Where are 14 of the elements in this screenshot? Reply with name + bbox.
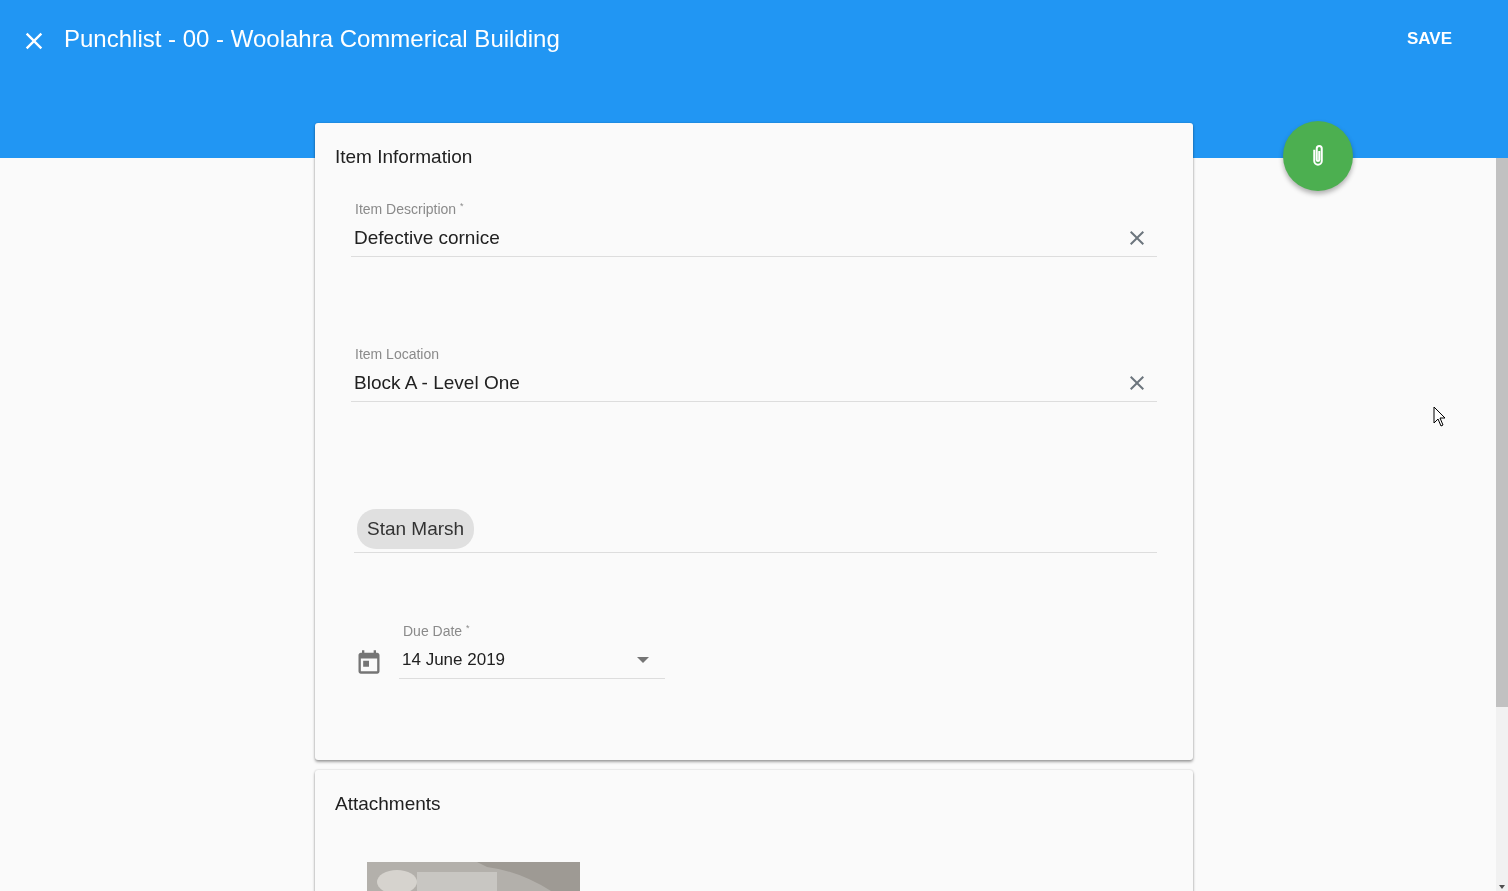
chip-field[interactable]: Stan Marsh (354, 506, 1157, 553)
field-label: Due Date $^{*}$ (403, 621, 470, 641)
section-title: Item Information (335, 145, 474, 169)
field-label: Item Location (355, 344, 440, 364)
text-field[interactable]: Defective cornice (351, 223, 1125, 253)
cursor-icon (1433, 406, 1447, 428)
date-field[interactable]: 14 June 2019 (399, 647, 629, 673)
assignee-chip[interactable]: Stan Marsh (357, 508, 475, 550)
scrollbar[interactable] (1496, 158, 1508, 891)
app-title: Punchlist - 00 - Woolahra Commerical Building (64, 23, 560, 54)
field-label: Item Description $^{*}$ (355, 199, 464, 219)
dropdown-caret-icon (637, 657, 649, 663)
text-field[interactable]: Block A - Level One (351, 368, 1125, 398)
section-title: Attachments (335, 792, 442, 816)
